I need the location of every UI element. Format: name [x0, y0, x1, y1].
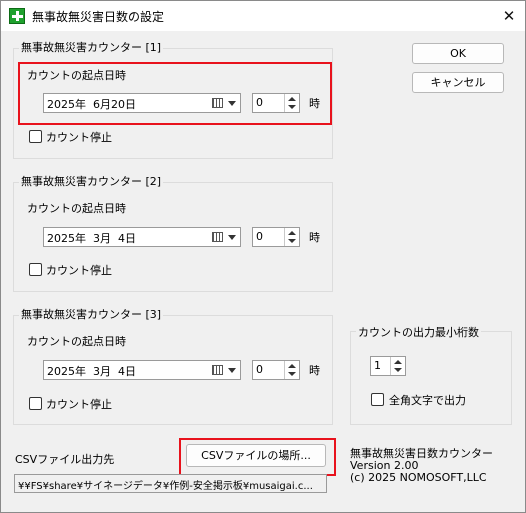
spin-buttons[interactable] [390, 357, 405, 375]
counter-1-date-picker[interactable]: 2025年 6月20日 [43, 93, 241, 113]
counter-1-date-value: 2025年 6月20日 [47, 98, 136, 111]
digits-group [350, 331, 512, 425]
counter-3-hour-unit: 時 [309, 364, 320, 377]
counter-2-date-value: 2025年 3月 4日 [47, 232, 136, 245]
spin-buttons[interactable] [284, 94, 299, 112]
spin-up-icon[interactable] [288, 364, 296, 368]
counter-2-hour-spinner[interactable]: 0 [252, 227, 300, 247]
counter-2-stop-checkbox[interactable] [29, 263, 42, 276]
chevron-down-icon[interactable] [228, 101, 236, 106]
counter-2-date-picker[interactable]: 2025年 3月 4日 [43, 227, 241, 247]
counter-1-hour-value: 0 [256, 96, 263, 109]
spin-down-icon[interactable] [394, 368, 402, 372]
counter-3-stop-checkbox[interactable] [29, 397, 42, 410]
counter-2-start-label: カウントの起点日時 [27, 202, 126, 215]
ok-button[interactable]: OK [412, 43, 504, 64]
counter-3-date-value: 2025年 3月 4日 [47, 365, 136, 378]
digits-value: 1 [374, 359, 381, 372]
calendar-icon [212, 98, 223, 108]
spin-buttons[interactable] [284, 361, 299, 379]
counter-group-2-title: 無事故無災害カウンター [2] [19, 175, 164, 189]
window-title: 無事故無災害日数の設定 [32, 10, 165, 24]
app-cross-icon [9, 8, 25, 24]
cancel-button[interactable]: キャンセル [412, 72, 504, 93]
chevron-down-icon[interactable] [228, 368, 236, 373]
fullwidth-label: 全角文字で出力 [389, 394, 466, 407]
csv-path-field: ¥¥FS¥share¥サイネージデータ¥作例-安全掲示板¥musaigai.c.… [14, 474, 327, 493]
fullwidth-checkbox[interactable] [371, 393, 384, 406]
counter-2-hour-value: 0 [256, 230, 263, 243]
csv-output-label: CSVファイル出力先 [15, 453, 115, 466]
csv-location-button[interactable]: CSVファイルの場所... [186, 444, 326, 467]
counter-3-hour-spinner[interactable]: 0 [252, 360, 300, 380]
counter-1-hour-unit: 時 [309, 97, 320, 110]
calendar-icon [212, 232, 223, 242]
counter-1-hour-spinner[interactable]: 0 [252, 93, 300, 113]
spin-down-icon[interactable] [288, 372, 296, 376]
spin-up-icon[interactable] [288, 231, 296, 235]
digits-spinner[interactable]: 1 [370, 356, 406, 376]
counter-group-3-title: 無事故無災害カウンター [3] [19, 308, 164, 322]
counter-3-stop-label: カウント停止 [46, 398, 112, 411]
calendar-icon [212, 365, 223, 375]
counter-2-hour-unit: 時 [309, 231, 320, 244]
counter-2-stop-label: カウント停止 [46, 264, 112, 277]
title-bar: 無事故無災害日数の設定 ✕ [1, 1, 525, 31]
app-copyright: (c) 2025 NOMOSOFT,LLC [350, 471, 487, 484]
digits-group-title: カウントの出力最小桁数 [356, 324, 481, 340]
counter-group-1-title: 無事故無災害カウンター [1] [19, 41, 164, 55]
counter-3-hour-value: 0 [256, 363, 263, 376]
counter-1-stop-label: カウント停止 [46, 131, 112, 144]
spin-buttons[interactable] [284, 228, 299, 246]
counter-3-start-label: カウントの起点日時 [27, 335, 126, 348]
counter-1-start-label: カウントの起点日時 [27, 69, 126, 82]
spin-up-icon[interactable] [394, 360, 402, 364]
spin-down-icon[interactable] [288, 239, 296, 243]
chevron-down-icon[interactable] [228, 235, 236, 240]
close-button[interactable]: ✕ [495, 3, 523, 29]
counter-3-date-picker[interactable]: 2025年 3月 4日 [43, 360, 241, 380]
spin-down-icon[interactable] [288, 105, 296, 109]
spin-up-icon[interactable] [288, 97, 296, 101]
counter-1-stop-checkbox[interactable] [29, 130, 42, 143]
